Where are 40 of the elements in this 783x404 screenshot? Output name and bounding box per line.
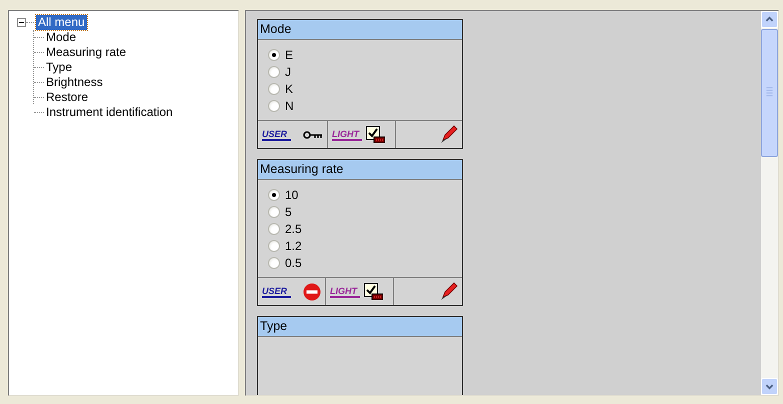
radio-button[interactable] [268,206,280,218]
user-label: USER [262,286,291,298]
light-label: LIGHT [332,128,362,140]
tree-item[interactable]: Instrument identification [44,105,175,120]
checkbox-display-icon [364,283,383,300]
radio-button[interactable] [268,240,280,252]
option-label: J [285,64,291,80]
scroll-up-button[interactable] [761,11,778,28]
radio-button[interactable] [268,222,280,234]
tree-item[interactable]: Mode [44,30,78,45]
pencil-icon [439,282,458,301]
option-label: 1.2 [285,238,302,254]
option-label: 5 [285,204,292,220]
user-label: USER [262,128,291,140]
light-label: LIGHT [330,286,360,298]
scroll-down-button[interactable] [761,378,778,395]
tree-item[interactable]: Restore [44,90,90,105]
option-label: 2.5 [285,220,302,238]
tree-item[interactable]: Measuring rate [44,45,128,60]
radio-button[interactable] [268,188,280,200]
tree-item[interactable]: All menu [36,15,87,30]
scrollbar-thumb[interactable] [761,29,778,157]
radio-button[interactable] [268,100,280,112]
option-label: E [285,46,294,64]
option-label: 0.5 [285,254,302,272]
checkbox-display-icon [366,126,385,143]
tree-item[interactable]: Type [44,60,74,75]
collapse-toggle[interactable] [17,18,26,27]
tree-item[interactable]: Brightness [44,75,105,90]
pencil-icon [439,125,458,144]
option-label: K [285,80,294,98]
panel-title: Measuring rate [258,160,462,180]
panel-title: Type [258,317,462,337]
radio-button[interactable] [268,66,280,78]
panel-title: Mode [258,20,462,40]
option-label: N [285,98,294,114]
radio-button[interactable] [268,82,280,94]
radio-button[interactable] [268,48,280,60]
option-label: 10 [285,186,298,204]
radio-button[interactable] [268,256,280,268]
